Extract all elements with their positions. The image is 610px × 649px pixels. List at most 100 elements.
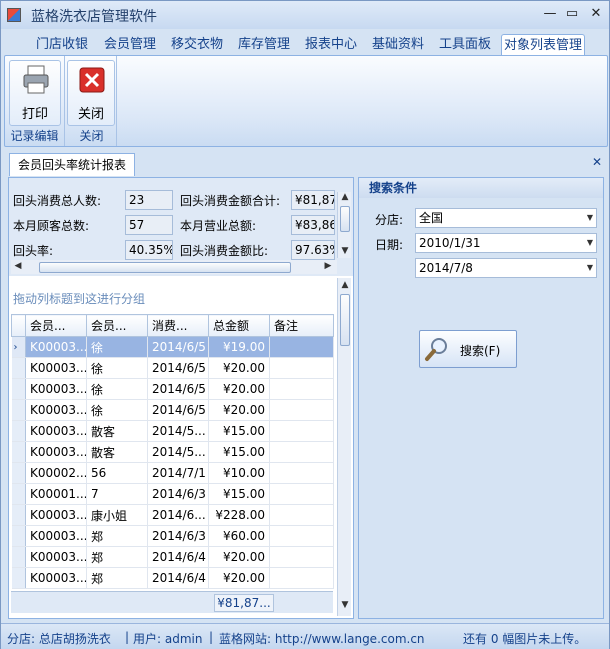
table-row[interactable]: K00003... 康小姐 2014/6... ¥228.00: [11, 504, 334, 526]
column-header-remark[interactable]: 备注: [269, 314, 334, 337]
table-cell[interactable]: ¥10.00: [208, 462, 270, 484]
status-website-link[interactable]: 蓝格网站: http://www.lange.com.cn: [219, 630, 425, 647]
row-indicator[interactable]: [11, 357, 26, 379]
tab-member-management[interactable]: 会员管理: [99, 34, 161, 55]
minimize-button[interactable]: —: [539, 5, 561, 23]
table-cell[interactable]: 散客: [86, 441, 148, 463]
table-cell[interactable]: [269, 546, 334, 568]
grid-vertical-scrollbar[interactable]: ▲ ▼: [337, 278, 351, 616]
table-cell[interactable]: [269, 441, 334, 463]
scroll-right-arrow-icon[interactable]: ▶: [321, 261, 335, 271]
table-cell[interactable]: [269, 336, 334, 358]
table-cell[interactable]: K00003...: [25, 546, 87, 568]
group-by-hint[interactable]: 拖动列标题到这进行分组: [13, 290, 145, 307]
column-header-member-name[interactable]: 会员...: [86, 314, 148, 337]
column-header-total-amount[interactable]: 总金额: [208, 314, 270, 337]
table-row[interactable]: K00003... 郑 2014/6/3 ¥60.00: [11, 525, 334, 547]
grid-scroll-up-icon[interactable]: ▲: [338, 280, 352, 290]
doc-close-icon[interactable]: ✕: [592, 155, 602, 169]
table-cell[interactable]: 2014/5...: [147, 420, 209, 442]
row-indicator[interactable]: [11, 420, 26, 442]
table-cell[interactable]: ¥20.00: [208, 357, 270, 379]
table-row[interactable]: K00003... 徐 2014/6/5 ¥20.00: [11, 357, 334, 379]
row-indicator[interactable]: [11, 525, 26, 547]
table-cell[interactable]: [269, 357, 334, 379]
table-cell[interactable]: 徐: [86, 378, 148, 400]
maximize-button[interactable]: ▭: [561, 5, 583, 23]
row-indicator[interactable]: [11, 378, 26, 400]
table-cell[interactable]: 散客: [86, 420, 148, 442]
table-cell[interactable]: K00003...: [25, 567, 87, 589]
stats-horizontal-scrollbar[interactable]: ◀ ▶: [11, 260, 337, 274]
table-row[interactable]: K00003... 徐 2014/6/5 ¥20.00: [11, 399, 334, 421]
stats-hscroll-thumb[interactable]: [39, 262, 291, 273]
table-cell[interactable]: 2014/5...: [147, 441, 209, 463]
table-cell[interactable]: 徐: [86, 357, 148, 379]
row-indicator[interactable]: [11, 546, 26, 568]
table-cell[interactable]: K00003...: [25, 441, 87, 463]
row-indicator[interactable]: ›: [11, 336, 26, 358]
search-button[interactable]: 搜索(F): [419, 330, 517, 368]
tab-tools[interactable]: 工具面板: [434, 34, 496, 55]
table-cell[interactable]: [269, 525, 334, 547]
table-row[interactable]: K00003... 郑 2014/6/4 ¥20.00: [11, 567, 334, 589]
table-cell[interactable]: ¥19.00: [208, 336, 270, 358]
scroll-up-arrow-icon[interactable]: ▲: [338, 192, 352, 202]
stats-vscroll-thumb[interactable]: [340, 206, 350, 232]
table-cell[interactable]: ¥15.00: [208, 483, 270, 505]
table-cell[interactable]: ¥60.00: [208, 525, 270, 547]
table-cell[interactable]: 2014/6/5: [147, 399, 209, 421]
table-cell[interactable]: 56: [86, 462, 148, 484]
table-cell[interactable]: ¥20.00: [208, 546, 270, 568]
table-cell[interactable]: [269, 378, 334, 400]
table-cell[interactable]: ¥15.00: [208, 441, 270, 463]
tab-store-cashier[interactable]: 门店收银: [31, 34, 93, 55]
table-cell[interactable]: [269, 483, 334, 505]
row-indicator[interactable]: [11, 462, 26, 484]
date-from-picker[interactable]: 2010/1/31 ▼: [415, 233, 597, 253]
tab-basic-data[interactable]: 基础资料: [367, 34, 429, 55]
table-cell[interactable]: [269, 462, 334, 484]
table-cell[interactable]: 康小姐: [86, 504, 148, 526]
row-indicator[interactable]: [11, 567, 26, 589]
table-row[interactable]: › K00003... 徐 2014/6/5 ¥19.00: [11, 336, 334, 358]
table-cell[interactable]: [269, 399, 334, 421]
table-cell[interactable]: 徐: [86, 399, 148, 421]
table-cell[interactable]: K00002...: [25, 462, 87, 484]
column-header-consume-date[interactable]: 消费...: [147, 314, 209, 337]
table-row[interactable]: K00003... 散客 2014/5... ¥15.00: [11, 420, 334, 442]
table-cell[interactable]: K00003...: [25, 504, 87, 526]
table-cell[interactable]: 徐: [86, 336, 148, 358]
table-cell[interactable]: 2014/6/4: [147, 546, 209, 568]
row-indicator[interactable]: [11, 504, 26, 526]
tab-inventory[interactable]: 库存管理: [233, 34, 295, 55]
column-header-member-no[interactable]: 会员...: [25, 314, 87, 337]
table-cell[interactable]: ¥20.00: [208, 567, 270, 589]
scroll-left-arrow-icon[interactable]: ◀: [11, 261, 25, 271]
table-row[interactable]: K00003... 散客 2014/5... ¥15.00: [11, 441, 334, 463]
table-cell[interactable]: 2014/6/5: [147, 357, 209, 379]
table-cell[interactable]: 2014/6...: [147, 504, 209, 526]
table-cell[interactable]: 郑: [86, 567, 148, 589]
table-row[interactable]: K00003... 徐 2014/6/5 ¥20.00: [11, 378, 334, 400]
table-cell[interactable]: [269, 567, 334, 589]
date-to-picker[interactable]: 2014/7/8 ▼: [415, 258, 597, 278]
table-row[interactable]: K00003... 郑 2014/6/4 ¥20.00: [11, 546, 334, 568]
row-indicator[interactable]: [11, 441, 26, 463]
close-window-button[interactable]: ✕: [585, 5, 607, 23]
table-cell[interactable]: 郑: [86, 546, 148, 568]
table-cell[interactable]: ¥15.00: [208, 420, 270, 442]
table-cell[interactable]: K00003...: [25, 420, 87, 442]
table-cell[interactable]: 2014/7/1: [147, 462, 209, 484]
tab-object-list[interactable]: 对象列表管理: [501, 34, 585, 55]
table-cell[interactable]: 7: [86, 483, 148, 505]
table-cell[interactable]: 2014/6/3: [147, 483, 209, 505]
table-cell[interactable]: [269, 420, 334, 442]
table-cell[interactable]: K00003...: [25, 336, 87, 358]
table-cell[interactable]: K00003...: [25, 378, 87, 400]
grid-vscroll-thumb[interactable]: [340, 294, 350, 346]
tab-transfer-clothes[interactable]: 移交衣物: [166, 34, 228, 55]
close-tab-button[interactable]: 关闭: [67, 60, 115, 126]
table-cell[interactable]: K00001...: [25, 483, 87, 505]
grid-scroll-down-icon[interactable]: ▼: [338, 600, 352, 610]
